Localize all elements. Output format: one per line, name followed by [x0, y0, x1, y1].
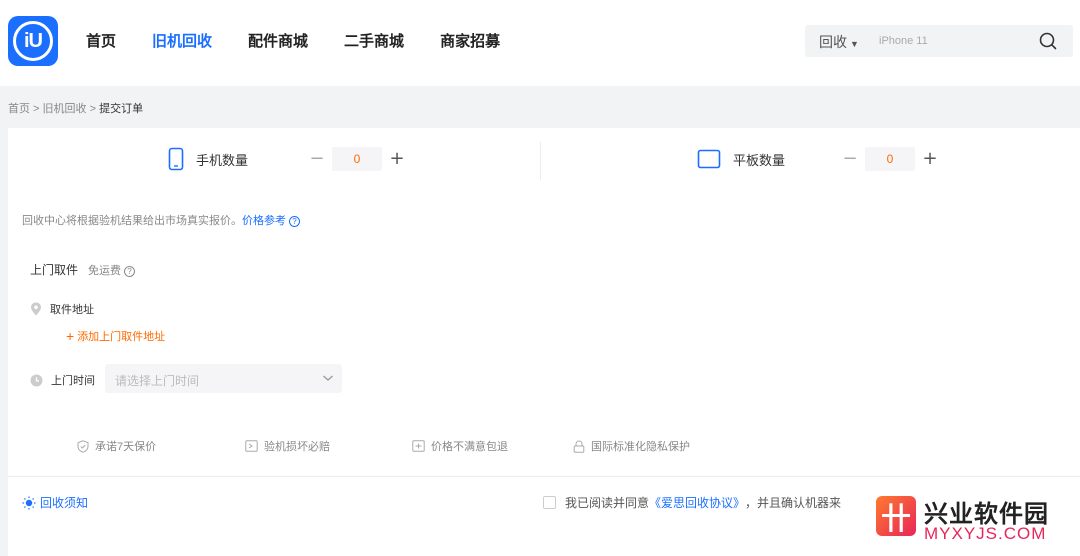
- tablet-quantity-input[interactable]: 0: [865, 147, 915, 171]
- nav-accessories[interactable]: 配件商城: [248, 30, 308, 51]
- promise-item: 承诺7天保价: [77, 438, 156, 454]
- address-row: 取件地址: [30, 301, 94, 317]
- phone-quantity-input[interactable]: 0: [332, 147, 382, 171]
- chevron-down-icon: [323, 375, 333, 381]
- breadcrumb: 首页 > 旧机回收 > 提交订单: [8, 100, 143, 116]
- help-icon[interactable]: ?: [289, 216, 300, 227]
- top-header: iU 首页 旧机回收 配件商城 二手商城 商家招募 回收 ▼: [0, 0, 1080, 86]
- pickup-title: 上门取件: [30, 263, 79, 277]
- help-icon[interactable]: ?: [124, 266, 136, 277]
- promise-label: 承诺7天保价: [95, 441, 157, 453]
- main-nav: 首页 旧机回收 配件商城 二手商城 商家招募: [86, 30, 536, 51]
- recycle-notice-link[interactable]: 回收须知: [22, 494, 88, 511]
- agree-checkbox[interactable]: [543, 496, 556, 509]
- search-icon[interactable]: [1038, 31, 1058, 51]
- recycle-notice-label: 回收须知: [40, 496, 89, 510]
- breadcrumb-separator: >: [30, 103, 43, 115]
- promise-label: 国际标准化隐私保护: [591, 441, 690, 453]
- nav-secondhand[interactable]: 二手商城: [344, 30, 404, 51]
- tablet-minus-button[interactable]: −: [841, 149, 859, 169]
- time-label: 上门时间: [51, 375, 95, 387]
- add-address-button[interactable]: + 添加上门取件地址: [66, 328, 165, 344]
- pickup-time-select[interactable]: 请选择上门时间: [105, 364, 342, 393]
- phone-icon: [168, 147, 184, 171]
- site-watermark: 卄 兴业软件园 MYXYJS.COM: [866, 480, 1080, 556]
- breadcrumb-recycle[interactable]: 旧机回收: [43, 103, 87, 115]
- phone-counter: 手机数量 − 0 +: [168, 146, 406, 172]
- brand-logo[interactable]: iU: [8, 16, 58, 66]
- search-box: 回收 ▼: [805, 25, 1073, 57]
- free-shipping-label: 免运费: [88, 265, 122, 277]
- logo-text: iU: [13, 21, 53, 61]
- time-row: 上门时间: [30, 372, 95, 388]
- tablet-counter: 平板数量 − 0 +: [697, 146, 939, 172]
- footer-divider: [8, 476, 1080, 477]
- counter-divider: [540, 142, 541, 180]
- phone-plus-button[interactable]: +: [388, 149, 406, 169]
- protocol-link[interactable]: 《爱思回收协议》: [649, 494, 745, 511]
- service-promises: 承诺7天保价 验机损坏必赔 价格不满意包退 国际标准化隐私保护: [8, 438, 1080, 458]
- breadcrumb-current: 提交订单: [99, 103, 144, 115]
- agree-suffix: ，并且确认机器来: [745, 496, 842, 510]
- nav-home[interactable]: 首页: [86, 30, 116, 51]
- search-type-dropdown[interactable]: 回收 ▼: [819, 32, 859, 52]
- promise-item: 验机损坏必赔: [245, 438, 330, 454]
- watermark-url: MYXYJS.COM: [924, 524, 1047, 543]
- price-reference-link[interactable]: 价格参考: [242, 215, 286, 227]
- address-label: 取件地址: [50, 304, 94, 316]
- promise-item: 国际标准化隐私保护: [573, 438, 690, 454]
- phone-minus-button[interactable]: −: [308, 149, 326, 169]
- tablet-count-label: 平板数量: [733, 152, 786, 168]
- nav-merchant[interactable]: 商家招募: [440, 30, 500, 51]
- price-notice: 回收中心将根据验机结果给出市场真实报价。价格参考?: [22, 212, 300, 228]
- nav-recycle[interactable]: 旧机回收: [152, 30, 212, 51]
- pickup-section-title: 上门取件 免运费?: [30, 261, 136, 278]
- lock-icon: [573, 439, 585, 453]
- search-type-label: 回收: [819, 34, 847, 50]
- breadcrumb-home[interactable]: 首页: [8, 103, 30, 115]
- phone-count-label: 手机数量: [196, 152, 249, 168]
- clock-icon: [30, 374, 43, 386]
- shield-icon: [77, 439, 89, 453]
- promise-label: 验机损坏必赔: [264, 441, 330, 453]
- agree-prefix: 我已阅读并同意: [565, 496, 650, 510]
- watermark-logo: 卄: [876, 496, 916, 536]
- search-input[interactable]: [879, 31, 1029, 51]
- price-notice-text: 回收中心将根据验机结果给出市场真实报价。: [22, 215, 242, 227]
- refund-icon: [412, 440, 425, 452]
- plus-icon: +: [66, 328, 75, 344]
- inspect-icon: [245, 440, 258, 452]
- promise-item: 价格不满意包退: [412, 438, 508, 454]
- breadcrumb-separator: >: [86, 103, 100, 115]
- add-address-label: 添加上门取件地址: [77, 331, 166, 343]
- lightbulb-icon: [22, 496, 36, 509]
- agreement-row: 我已阅读并同意 《爱思回收协议》 ，并且确认机器来: [543, 494, 841, 511]
- promise-label: 价格不满意包退: [431, 441, 508, 453]
- location-pin-icon: [31, 302, 41, 316]
- tablet-icon: [697, 149, 721, 169]
- tablet-plus-button[interactable]: +: [921, 149, 939, 169]
- time-select-placeholder: 请选择上门时间: [115, 374, 200, 388]
- caret-down-icon: ▼: [850, 39, 859, 49]
